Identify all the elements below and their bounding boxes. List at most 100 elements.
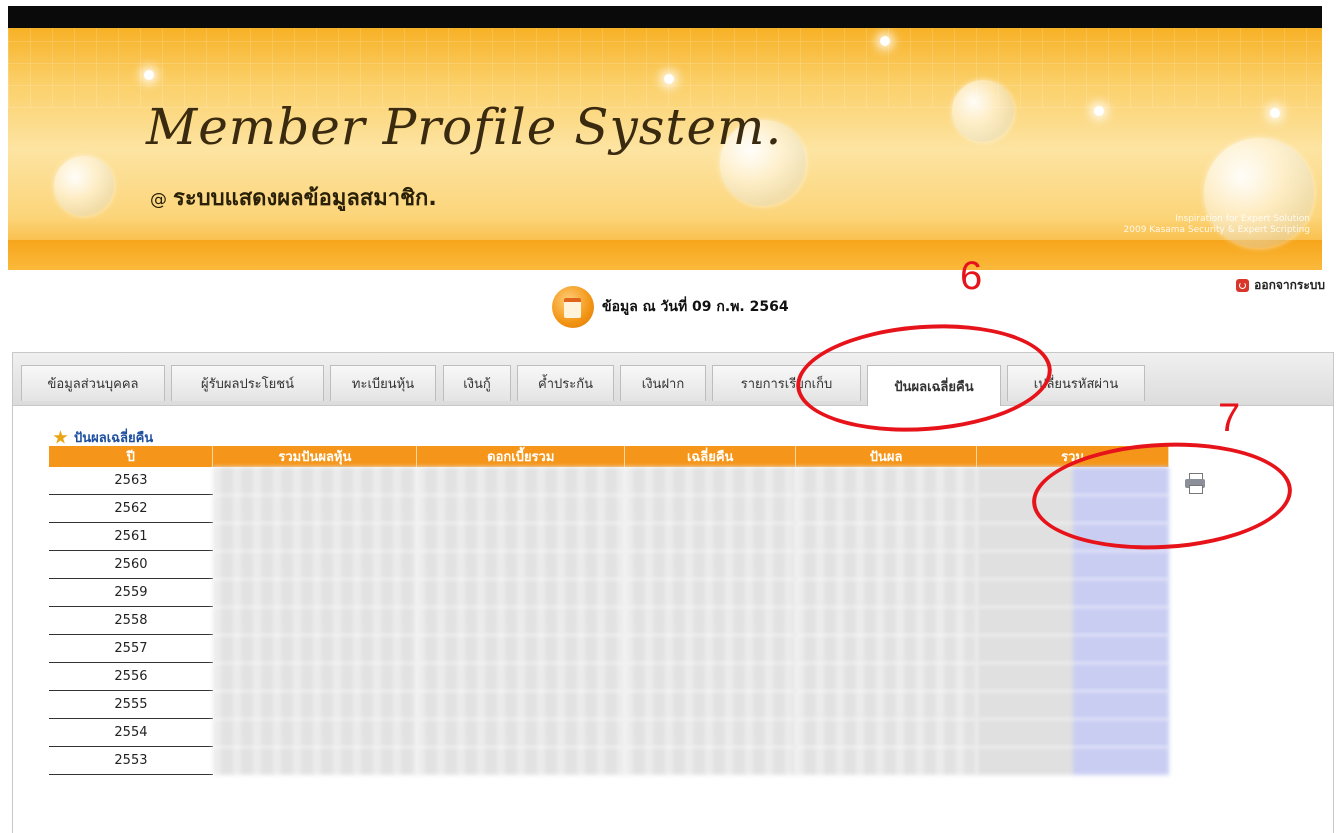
calendar-icon (552, 286, 594, 328)
redacted-cell (795, 746, 977, 775)
data-date-text: ข้อมูล ณ วันที่ 09 ก.พ. 2564 (602, 299, 789, 315)
banner-grid-pattern (8, 28, 1322, 108)
redacted-cell (624, 718, 796, 747)
sparkle-decoration (880, 36, 890, 46)
sparkle-decoration (1094, 106, 1104, 116)
table-row: 2563 (49, 467, 1169, 495)
redacted-cell (624, 522, 796, 551)
banner-credit-line1: Inspiration for Expert Solution (1175, 214, 1310, 224)
year-cell: 2560 (49, 550, 213, 579)
table-row: 2554 (49, 718, 1169, 747)
table-row: 2556 (49, 662, 1169, 691)
table-row: 2560 (49, 550, 1169, 579)
dividend-table: ปี รวมปันผลหุ้น ดอกเบี้ยรวม เฉลี่ยคืน ปั… (49, 446, 1169, 775)
redacted-cell (795, 690, 977, 719)
tab-share-register[interactable]: ทะเบียนหุ้น (330, 365, 436, 401)
table-header-row: ปี รวมปันผลหุ้น ดอกเบี้ยรวม เฉลี่ยคืน ปั… (49, 446, 1169, 467)
redacted-cell (795, 606, 977, 635)
redacted-cell (416, 718, 625, 747)
logout-link[interactable]: ออกจากระบบ (1236, 276, 1325, 295)
redacted-cell (416, 578, 625, 607)
annotation-number-7: 7 (1218, 396, 1241, 440)
table-row: 2558 (49, 606, 1169, 635)
redacted-cell (416, 690, 625, 719)
redacted-total-link[interactable] (976, 718, 1169, 747)
redacted-total-link[interactable] (976, 578, 1169, 607)
redacted-cell (795, 550, 977, 579)
redacted-cell (416, 634, 625, 663)
header-share-dividend: รวมปันผลหุ้น (212, 446, 418, 467)
table-row: 2555 (49, 690, 1169, 719)
redacted-cell (212, 606, 417, 635)
content-panel: ข้อมูลส่วนบุคคล ผู้รับผลประโยชน์ ทะเบียน… (12, 352, 1334, 833)
redacted-cell (624, 746, 796, 775)
tab-guarantee[interactable]: ค้ำประกัน (517, 365, 614, 401)
year-cell: 2556 (49, 662, 213, 691)
year-cell: 2558 (49, 606, 213, 635)
redacted-cell (624, 634, 796, 663)
header-dividend: ปันผล (795, 446, 978, 467)
redacted-cell (795, 662, 977, 691)
annotation-number-6: 6 (960, 254, 983, 298)
year-cell: 2554 (49, 718, 213, 747)
year-cell: 2562 (49, 494, 213, 523)
redacted-total-link[interactable] (976, 550, 1169, 579)
year-cell: 2553 (49, 746, 213, 775)
redacted-cell (416, 522, 625, 551)
section-title-text: ปันผลเฉลี่ยคืน (74, 431, 154, 446)
section-title: ปันผลเฉลี่ยคืน (53, 427, 153, 448)
redacted-cell (212, 634, 417, 663)
tab-loans[interactable]: เงินกู้ (443, 365, 511, 401)
redacted-cell (212, 522, 417, 551)
tab-deposits[interactable]: เงินฝาก (620, 365, 706, 401)
redacted-cell (212, 718, 417, 747)
redacted-cell (795, 634, 977, 663)
redacted-cell (416, 550, 625, 579)
data-date-row: ข้อมูล ณ วันที่ 09 ก.พ. 2564 (552, 286, 789, 328)
redacted-cell (212, 662, 417, 691)
redacted-cell (795, 467, 977, 495)
banner-bottom-bar (8, 240, 1322, 270)
redacted-cell (416, 606, 625, 635)
redacted-cell (416, 494, 625, 523)
redacted-cell (212, 494, 417, 523)
header-banner: Member Profile System. @ ระบบแสดงผลข้อมูล… (8, 28, 1322, 270)
power-icon (1236, 279, 1250, 292)
top-dark-strip (8, 6, 1322, 28)
year-cell: 2555 (49, 690, 213, 719)
header-year: ปี (49, 446, 214, 467)
redacted-cell (795, 494, 977, 523)
year-cell: 2561 (49, 522, 213, 551)
tab-beneficiary[interactable]: ผู้รับผลประโยชน์ (171, 365, 324, 401)
redacted-cell (416, 467, 625, 495)
redacted-total-link[interactable] (976, 662, 1169, 691)
bubble-decoration (54, 156, 114, 216)
redacted-cell (212, 467, 417, 495)
redacted-cell (624, 550, 796, 579)
table-row: 2561 (49, 522, 1169, 551)
banner-credit-line2: 2009 Kasama Security & Expert Scripting (1123, 225, 1310, 235)
redacted-cell (212, 746, 417, 775)
year-cell: 2557 (49, 634, 213, 663)
table-row: 2562 (49, 494, 1169, 523)
sparkle-decoration (664, 74, 674, 84)
redacted-total-link[interactable] (976, 690, 1169, 719)
banner-credit: Inspiration for Expert Solution 2009 Kas… (1124, 214, 1310, 236)
redacted-cell (624, 578, 796, 607)
redacted-total-link[interactable] (976, 634, 1169, 663)
banner-subtitle-text: ระบบแสดงผลข้อมูลสมาชิก. (173, 186, 437, 211)
redacted-cell (795, 578, 977, 607)
star-icon (53, 430, 68, 444)
banner-subtitle-at: @ (150, 190, 167, 210)
bubble-decoration (952, 80, 1014, 142)
sparkle-decoration (144, 70, 154, 80)
redacted-cell (212, 550, 417, 579)
redacted-total-link[interactable] (976, 606, 1169, 635)
tab-personal-info[interactable]: ข้อมูลส่วนบุคคล (21, 365, 165, 401)
redacted-cell (795, 522, 977, 551)
redacted-cell (624, 494, 796, 523)
redacted-cell (416, 746, 625, 775)
table-row: 2559 (49, 578, 1169, 607)
logout-label: ออกจากระบบ (1254, 278, 1325, 292)
redacted-total-link[interactable] (976, 746, 1169, 775)
